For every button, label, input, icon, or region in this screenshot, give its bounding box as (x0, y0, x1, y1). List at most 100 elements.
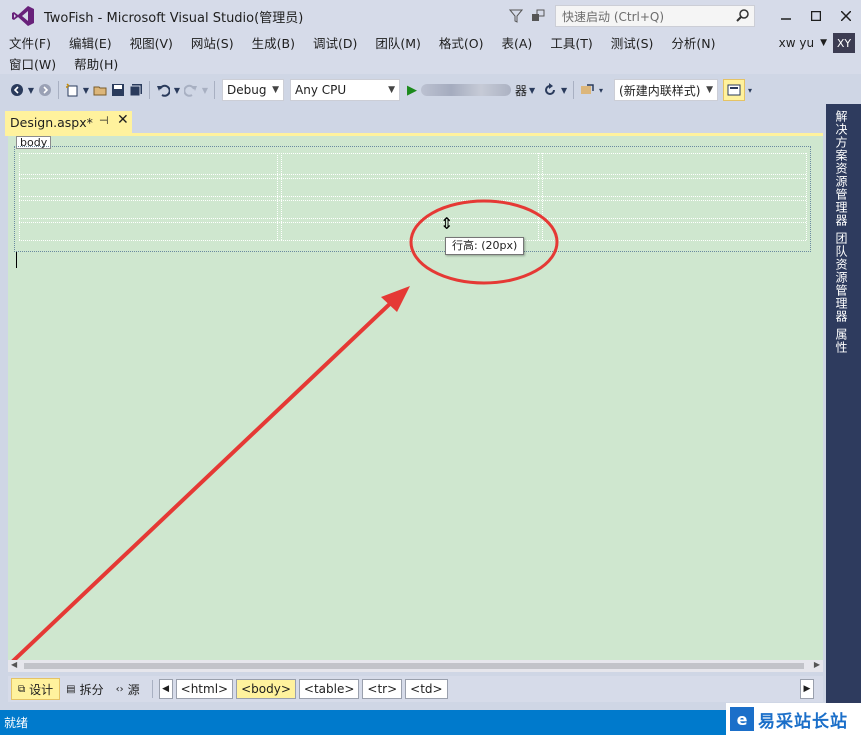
menu-website[interactable]: 网站(S) (182, 33, 243, 52)
browser-target-blurred (421, 84, 511, 96)
run-target-label[interactable]: 器 (515, 82, 527, 99)
dropdown-arrow-icon[interactable]: ▼ (172, 80, 182, 100)
toolbar-overflow-icon[interactable]: ▾ (596, 80, 606, 100)
solution-configuration-select[interactable]: Debug ▼ (222, 79, 284, 101)
tag-nav-left-icon[interactable]: ◀ (158, 679, 173, 699)
menu-team[interactable]: 团队(M) (366, 33, 430, 52)
watermark: e 易采站长站 (726, 703, 861, 735)
menu-analyze[interactable]: 分析(N) (662, 33, 724, 52)
chevron-down-icon: ▼ (272, 85, 279, 95)
toolbar-separator (149, 81, 150, 99)
row-resize-cursor-icon: ⇕ (440, 214, 454, 233)
standard-toolbar: ▼ ▼ ▼ ▼ Debug ▼ Any CPU ▼ ▶ 器 ▼ ▼ ▾ (新建内… (0, 76, 861, 104)
menu-debug[interactable]: 调试(D) (304, 33, 366, 52)
toolbar-separator (573, 81, 575, 99)
design-surface[interactable]: body ⇕ 行高: (20px) (8, 136, 823, 660)
title-bar-controls: 快速启动 (Ctrl+Q) (505, 0, 861, 32)
toolbar-separator (214, 81, 215, 99)
menu-help[interactable]: 帮助(H) (65, 54, 127, 73)
quick-launch-input[interactable]: 快速启动 (Ctrl+Q) (555, 5, 755, 27)
dropdown-arrow-icon[interactable]: ▼ (81, 80, 91, 100)
navigate-back-icon[interactable] (8, 80, 26, 100)
style-application-icon[interactable] (723, 79, 746, 101)
horizontal-scrollbar[interactable]: ◀ ▶ (8, 660, 823, 672)
split-view-button[interactable]: ▤ 拆分 (60, 678, 109, 700)
status-text: 就绪 (4, 716, 29, 730)
visual-studio-logo-icon (10, 4, 36, 28)
dropdown-arrow-icon[interactable]: ▼ (26, 80, 36, 100)
tab-label: Design.aspx* (10, 114, 93, 130)
side-tab-solution-explorer[interactable]: 解决方案资源管理器 (833, 110, 850, 227)
dropdown-arrow-icon[interactable]: ▼ (527, 80, 537, 100)
navigate-forward-icon[interactable] (36, 80, 54, 100)
pin-icon[interactable]: ⊣ (99, 114, 109, 127)
tag-crumb-td[interactable]: <td> (405, 679, 448, 699)
source-view-icon: ‹› (115, 683, 124, 695)
menu-test[interactable]: 测试(S) (602, 33, 663, 52)
search-icon[interactable] (736, 8, 750, 26)
target-rule-select[interactable]: (新建内联样式) ▼ (614, 79, 719, 101)
annotation-overlay (11, 199, 559, 660)
title-bar: TwoFish - Microsoft Visual Studio(管理员) 快… (0, 0, 861, 32)
chevron-down-icon: ▼ (388, 85, 395, 95)
side-tab-team-explorer[interactable]: 团队资源管理器 (833, 232, 850, 323)
toolbar-overflow-icon[interactable]: ▾ (745, 80, 755, 100)
refresh-icon[interactable] (541, 80, 559, 100)
redo-icon[interactable] (182, 80, 200, 100)
toolbar-separator (58, 81, 59, 99)
tag-crumb-table[interactable]: <table> (298, 679, 360, 699)
open-file-icon[interactable] (91, 80, 109, 100)
menu-file[interactable]: 文件(F) (0, 33, 60, 52)
scroll-left-icon[interactable]: ◀ (11, 660, 17, 669)
dropdown-arrow-icon[interactable]: ▼ (559, 80, 569, 100)
tag-crumb-html[interactable]: <html> (175, 679, 234, 699)
design-view-button[interactable]: ⧉ 设计 (11, 678, 61, 700)
maximize-button[interactable] (801, 1, 831, 31)
solution-configuration-value: Debug (227, 83, 267, 97)
menu-window[interactable]: 窗口(W) (0, 54, 65, 73)
menu-format[interactable]: 格式(O) (430, 33, 493, 52)
tab-design-aspx[interactable]: Design.aspx* ⊣ ✕ (5, 111, 132, 133)
split-view-icon: ▤ (66, 683, 76, 695)
minimize-button[interactable] (771, 1, 801, 31)
menu-tools[interactable]: 工具(T) (541, 33, 601, 52)
user-account[interactable]: xw yu ▼ XY (779, 32, 855, 54)
tag-nav-right-icon[interactable]: ▶ (800, 679, 814, 699)
menu-table[interactable]: 表(A) (493, 33, 542, 52)
split-view-label: 拆分 (79, 682, 104, 697)
new-project-icon[interactable] (63, 80, 81, 100)
watermark-logo-icon: e (730, 707, 754, 731)
dropdown-arrow-icon[interactable]: ▼ (200, 80, 210, 100)
undo-icon[interactable] (154, 80, 172, 100)
avatar[interactable]: XY (833, 33, 855, 53)
scrollbar-thumb[interactable] (24, 663, 804, 669)
menu-build[interactable]: 生成(B) (243, 33, 304, 52)
feedback-icon[interactable] (527, 5, 549, 27)
solution-platform-value: Any CPU (295, 83, 347, 97)
solution-platform-select[interactable]: Any CPU ▼ (290, 79, 400, 101)
start-debugging-icon[interactable]: ▶ (407, 83, 417, 98)
design-view-label: 设计 (29, 682, 54, 697)
chevron-down-icon: ▼ (820, 38, 827, 48)
menu-row-secondary: 窗口(W) 帮助(H) (0, 53, 127, 73)
source-view-label: 源 (127, 682, 140, 697)
side-tab-properties[interactable]: 属性 (833, 328, 850, 354)
window-title: TwoFish - Microsoft Visual Studio(管理员) (44, 10, 304, 26)
menu-row-main: 文件(F) 编辑(E) 视图(V) 网站(S) 生成(B) 调试(D) 团队(M… (0, 32, 725, 52)
target-rule-value: (新建内联样式) (619, 83, 701, 98)
design-view-icon: ⧉ (18, 683, 26, 695)
close-icon[interactable]: ✕ (117, 112, 129, 128)
quick-launch-placeholder: 快速启动 (Ctrl+Q) (562, 9, 665, 24)
tag-crumb-tr[interactable]: <tr> (362, 679, 403, 699)
menu-view[interactable]: 视图(V) (121, 33, 182, 52)
notification-filter-icon[interactable] (505, 5, 527, 27)
scroll-right-icon[interactable]: ▶ (814, 660, 820, 669)
save-icon[interactable] (109, 80, 127, 100)
menu-edit[interactable]: 编辑(E) (60, 33, 121, 52)
close-window-button[interactable] (831, 1, 861, 31)
browser-link-icon[interactable] (578, 80, 596, 100)
watermark-text: 易采站长站 (758, 711, 848, 732)
source-view-button[interactable]: ‹› 源 (110, 678, 146, 700)
tag-crumb-body[interactable]: <body> (236, 679, 296, 699)
save-all-icon[interactable] (127, 80, 145, 100)
